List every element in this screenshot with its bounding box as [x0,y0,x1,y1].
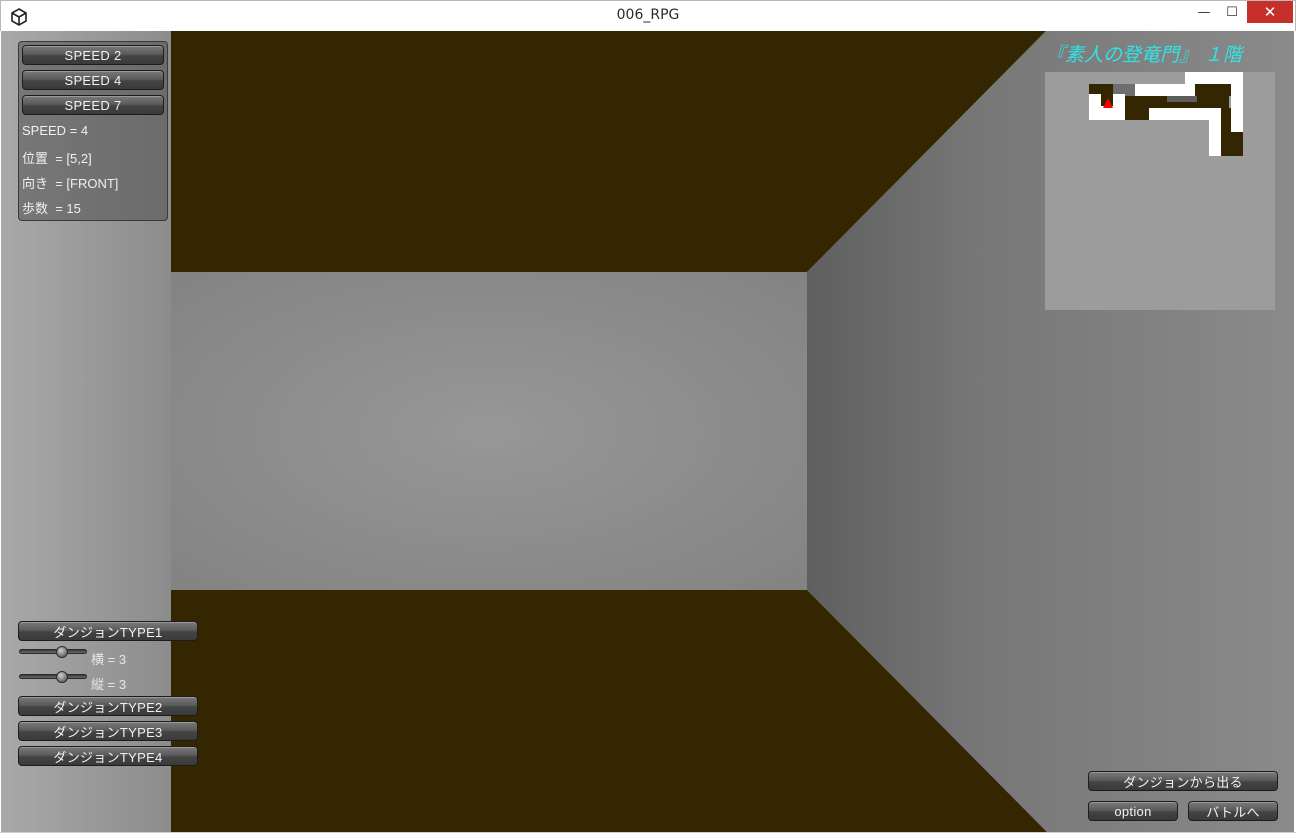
height-slider-thumb[interactable] [56,671,68,683]
window-title: 006_RPG [616,7,680,23]
window-bottom-border [0,832,1296,839]
speed-stat: SPEED = 4 [22,123,89,138]
maximize-button[interactable]: ☐ [1219,1,1245,23]
speed-7-button[interactable]: SPEED 7 [22,95,164,115]
height-slider[interactable] [19,674,87,679]
steps-stat: 歩数 = 15 [22,201,81,216]
front-wall [171,272,807,590]
speed-4-button[interactable]: SPEED 4 [22,70,164,90]
minimize-button[interactable]: — [1191,1,1217,23]
dungeon-type4-button[interactable]: ダンジョンTYPE4 [18,746,198,766]
close-button[interactable]: ✕ [1247,1,1293,23]
exit-dungeon-button[interactable]: ダンジョンから出る [1088,771,1278,791]
width-slider[interactable] [19,649,87,654]
dungeon-type2-button[interactable]: ダンジョンTYPE2 [18,696,198,716]
speed-2-button[interactable]: SPEED 2 [22,45,164,65]
width-label: 横 = 3 [91,652,127,667]
height-label: 縦 = 3 [91,677,127,692]
floor-title: 『素人の登竜門』 １階 [1046,44,1243,66]
width-slider-thumb[interactable] [56,646,68,658]
player-arrow-icon [1103,98,1113,108]
window-titlebar: 006_RPG — ☐ ✕ [0,0,1296,31]
position-stat: 位置 = [5,2] [22,151,92,166]
battle-button[interactable]: バトルへ [1188,801,1278,821]
dungeon-type1-button[interactable]: ダンジョンTYPE1 [18,621,198,641]
minimap [1045,72,1275,310]
option-button[interactable]: option [1088,801,1178,821]
direction-stat: 向き = [FRONT] [22,176,119,191]
dungeon-type3-button[interactable]: ダンジョンTYPE3 [18,721,198,741]
